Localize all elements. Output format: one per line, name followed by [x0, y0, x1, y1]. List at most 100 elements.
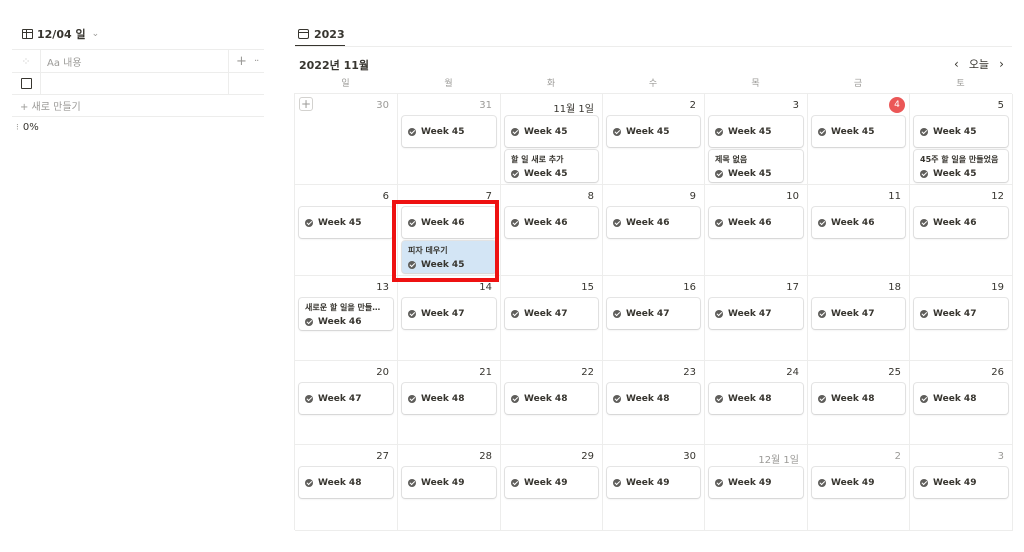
day-cell[interactable]: 15 Week 47	[501, 276, 603, 361]
day-cell[interactable]: 2 Week 49	[808, 445, 910, 531]
event-card[interactable]: Week 48	[299, 467, 393, 498]
check-circle-icon	[715, 218, 723, 227]
add-property-button[interactable]: +	[229, 50, 254, 72]
day-cell[interactable]: 8 Week 46	[501, 185, 603, 276]
event-card[interactable]: Week 49	[402, 467, 496, 498]
day-cell[interactable]: 27 Week 48	[295, 445, 398, 531]
prev-month-button[interactable]: ‹	[954, 57, 959, 71]
event-card[interactable]: Week 47	[914, 298, 1008, 329]
event-week-tag: Week 48	[613, 394, 669, 404]
row-name-cell[interactable]	[41, 73, 229, 94]
event-card[interactable]: Week 48	[914, 383, 1008, 414]
day-cell[interactable]: 17 Week 47	[705, 276, 808, 361]
day-cell[interactable]: 4 Week 45	[808, 94, 910, 185]
event-week-label: Week 45	[318, 217, 362, 228]
day-cell[interactable]: 23 Week 48	[603, 361, 705, 445]
day-cell[interactable]: 14 Week 47	[398, 276, 501, 361]
day-number: 11월 1일	[553, 104, 594, 115]
event-card[interactable]: Week 45	[812, 116, 905, 147]
day-cell[interactable]: 12월 1일 Week 49	[705, 445, 808, 531]
event-week-label: Week 45	[933, 168, 977, 179]
event-card[interactable]: Week 45	[402, 116, 496, 147]
day-cell[interactable]: 6 Week 45	[295, 185, 398, 276]
check-circle-icon	[818, 394, 826, 403]
event-card[interactable]: Week 45	[299, 207, 393, 238]
event-week-tag: Week 46	[715, 218, 771, 228]
event-card[interactable]: Week 46	[812, 207, 905, 238]
day-cell[interactable]: 3 Week 49	[910, 445, 1013, 531]
event-week-label: Week 45	[626, 126, 670, 137]
event-card[interactable]: Week 49	[709, 467, 803, 498]
day-cell[interactable]: 10 Week 46	[705, 185, 808, 276]
day-cell[interactable]: 18 Week 47	[808, 276, 910, 361]
event-card[interactable]: Week 46	[709, 207, 803, 238]
event-card[interactable]: Week 49	[914, 467, 1008, 498]
day-cell[interactable]: 13 새로운 할 일을 만들어 ... Week 46	[295, 276, 398, 361]
event-card[interactable]: Week 45	[709, 116, 803, 147]
day-cell[interactable]: 20 Week 47	[295, 361, 398, 445]
event-card[interactable]: Week 45	[914, 116, 1008, 147]
day-cell[interactable]: 11 Week 46	[808, 185, 910, 276]
event-card[interactable]: Week 46	[914, 207, 1008, 238]
more-options-button[interactable]: ··	[254, 56, 264, 67]
day-cell[interactable]: 16 Week 47	[603, 276, 705, 361]
event-card[interactable]: 새로운 할 일을 만들어 ... Week 46	[299, 298, 393, 330]
event-card[interactable]: Week 45	[505, 116, 598, 147]
event-card[interactable]: Week 48	[505, 383, 598, 414]
event-card[interactable]: Week 46	[402, 207, 496, 238]
add-event-button[interactable]: +	[299, 97, 313, 111]
day-cell[interactable]: 19 Week 47	[910, 276, 1013, 361]
day-cell[interactable]: 3 Week 45 제목 없음 Week 45	[705, 94, 808, 185]
event-card[interactable]: Week 47	[299, 383, 393, 414]
event-card[interactable]: Week 48	[607, 383, 700, 414]
day-cell[interactable]: 31 Week 45	[398, 94, 501, 185]
day-cell[interactable]: 22 Week 48	[501, 361, 603, 445]
day-cell[interactable]: 25 Week 48	[808, 361, 910, 445]
event-card[interactable]: Week 49	[812, 467, 905, 498]
event-card[interactable]: Week 47	[607, 298, 700, 329]
day-cell[interactable]: 21 Week 48	[398, 361, 501, 445]
table-view-tab[interactable]: 12/04 일 ⌄	[22, 26, 99, 42]
event-card[interactable]: Week 48	[402, 383, 496, 414]
check-circle-icon	[920, 309, 928, 318]
event-card[interactable]: 할 일 새로 추가 Week 45	[505, 150, 598, 182]
calendar-view-tab[interactable]: 2023	[298, 26, 345, 42]
new-row-button[interactable]: + 새로 만들기	[20, 98, 81, 113]
day-cell[interactable]: 24 Week 48	[705, 361, 808, 445]
event-card[interactable]: Week 47	[402, 298, 496, 329]
day-cell[interactable]: +30	[295, 94, 398, 185]
event-card[interactable]: Week 49	[505, 467, 598, 498]
event-card[interactable]: Week 47	[505, 298, 598, 329]
day-cell[interactable]: 26 Week 48	[910, 361, 1013, 445]
event-card[interactable]: Week 47	[812, 298, 905, 329]
event-card[interactable]: Week 48	[709, 383, 803, 414]
event-card[interactable]: 45주 할 일을 만들었음 Week 45	[914, 150, 1008, 182]
event-card[interactable]: Week 45	[607, 116, 700, 147]
next-month-button[interactable]: ›	[999, 57, 1004, 71]
event-card[interactable]: 제목 없음 Week 45	[709, 150, 803, 182]
day-cell[interactable]: 5 Week 45 45주 할 일을 만들었음 Week 45	[910, 94, 1013, 185]
day-cell[interactable]: 30 Week 49	[603, 445, 705, 531]
event-card[interactable]: Week 48	[812, 383, 905, 414]
checkbox[interactable]	[20, 78, 32, 89]
day-cell[interactable]: 2 Week 45	[603, 94, 705, 185]
day-cell[interactable]: 7 Week 46 피자 데우기 Week 45	[398, 185, 501, 276]
event-card[interactable]: Week 46	[505, 207, 598, 238]
day-number: 30	[683, 451, 696, 462]
table-header-row: ⁘ Aa 내용 + ··	[12, 49, 264, 72]
day-cell[interactable]: 9 Week 46	[603, 185, 705, 276]
check-circle-icon	[511, 394, 519, 403]
day-cell[interactable]: 12 Week 46	[910, 185, 1013, 276]
day-cell[interactable]: 29 Week 49	[501, 445, 603, 531]
day-cell[interactable]: 11월 1일 Week 45 할 일 새로 추가 Week 45	[501, 94, 603, 185]
event-card[interactable]: 피자 데우기 Week 45	[402, 241, 496, 273]
name-column-header[interactable]: Aa 내용	[41, 50, 229, 72]
chevron-down-icon[interactable]: ⌄	[92, 29, 100, 39]
today-button[interactable]: 오늘	[969, 56, 989, 72]
event-card[interactable]: Week 47	[709, 298, 803, 329]
event-card[interactable]: Week 49	[607, 467, 700, 498]
event-card[interactable]: Week 46	[607, 207, 700, 238]
row-checkbox-cell[interactable]	[12, 73, 41, 94]
drag-handle-icon[interactable]: ⁝	[16, 123, 19, 133]
day-cell[interactable]: 28 Week 49	[398, 445, 501, 531]
